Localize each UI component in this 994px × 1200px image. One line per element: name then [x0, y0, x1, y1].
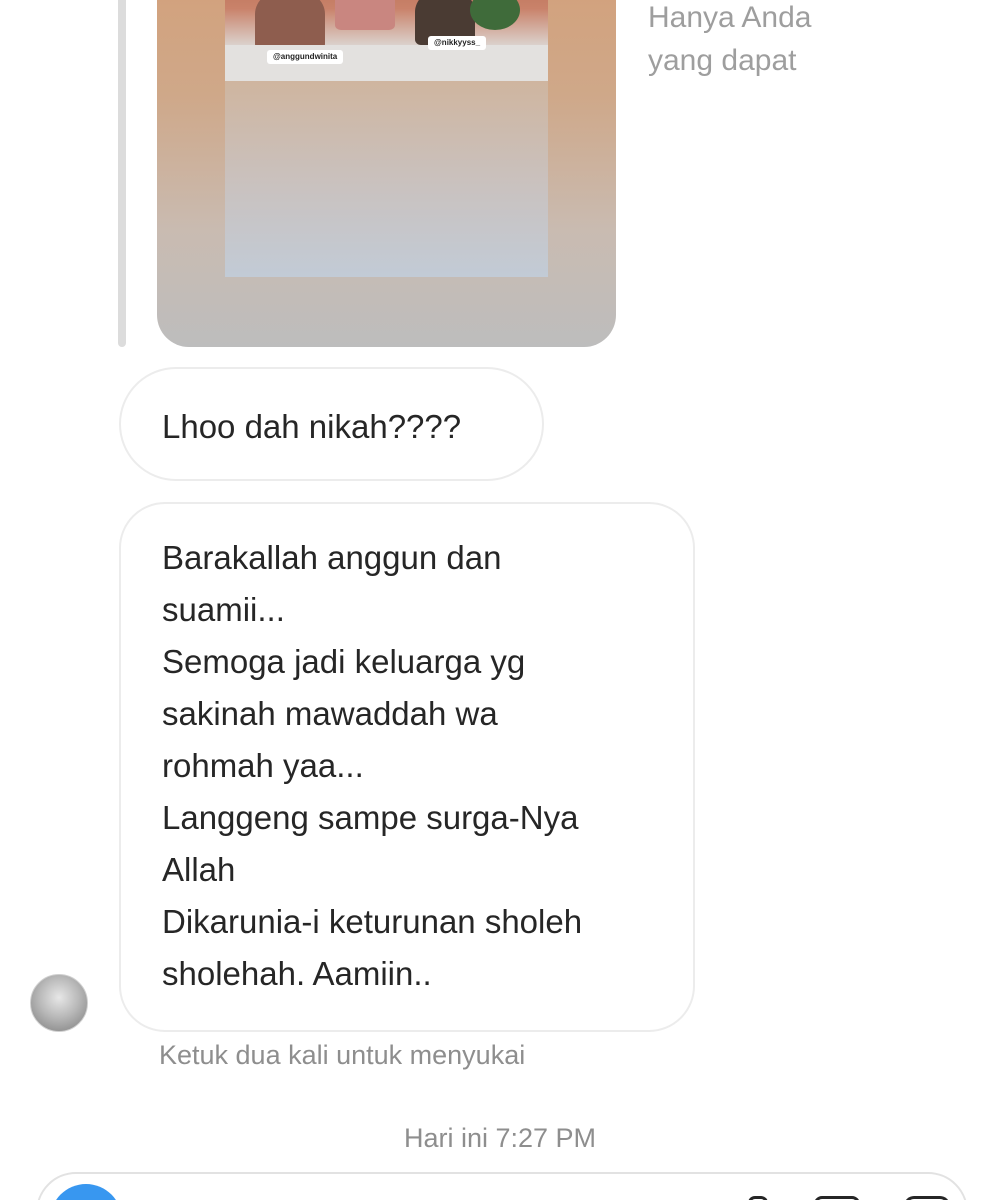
story-visibility-note: Hanya Anda yang dapat [648, 1, 812, 77]
mic-icon[interactable] [748, 1196, 768, 1200]
camera-icon[interactable] [50, 1184, 122, 1200]
mention-tag[interactable]: @nikkyyss_ [428, 36, 487, 50]
message-text: Barakallah anggun dan [162, 539, 502, 576]
message-text: suamii... [162, 591, 285, 628]
sender-avatar[interactable] [30, 974, 88, 1032]
message-text: Allah [162, 851, 236, 888]
sticker-icon[interactable] [904, 1196, 950, 1200]
message-bubble[interactable]: Barakallah anggun dan suamii... Semoga j… [119, 502, 695, 1032]
message-bubble[interactable]: Lhoo dah nikah???? [119, 367, 544, 481]
message-text: sholehah. Aamiin.. [162, 955, 432, 992]
message-composer[interactable] [36, 1172, 968, 1200]
photo-person [335, 0, 395, 30]
double-tap-hint: Ketuk dua kali untuk menyukai [159, 1040, 526, 1070]
mention-tag[interactable]: @anggundwinita [267, 50, 344, 64]
message-text: sakinah mawaddah wa [162, 695, 498, 732]
photo-plant [470, 0, 520, 30]
message-text: rohmah yaa... [162, 747, 364, 784]
story-photo: @anggundwinita @nikkyyss_ [225, 0, 548, 81]
photo-person [255, 0, 325, 50]
shared-story-card[interactable]: @anggundwinita @nikkyyss_ [157, 0, 616, 347]
message-timestamp: Hari ini 7:27 PM [403, 1123, 597, 1153]
message-text: Langgeng sampe surga-Nya [162, 799, 579, 836]
message-text: Semoga jadi keluarga yg [162, 643, 526, 680]
dm-thread: @anggundwinita @nikkyyss_ Hanya Anda yan… [0, 0, 994, 1200]
reply-indicator-bar [118, 0, 126, 347]
story-background [225, 81, 548, 277]
message-text: Lhoo dah nikah???? [162, 408, 462, 445]
gallery-icon[interactable] [814, 1196, 860, 1200]
message-text: Dikarunia-i keturunan sholeh [162, 903, 583, 940]
